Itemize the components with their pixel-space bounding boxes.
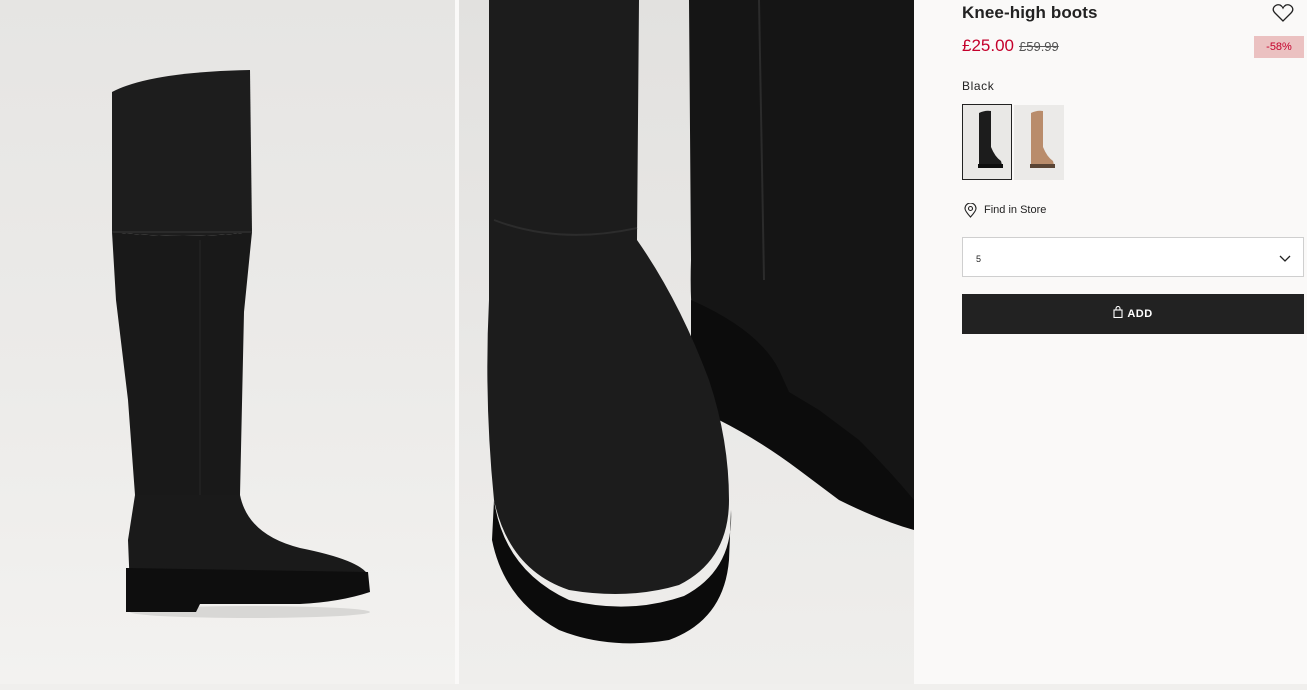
discount-badge: -58% bbox=[1254, 36, 1304, 58]
chevron-down-icon bbox=[1279, 251, 1291, 269]
find-in-store-label: Find in Store bbox=[984, 204, 1047, 216]
find-in-store-link[interactable]: Find in Store bbox=[962, 202, 1102, 220]
color-swatches bbox=[962, 104, 1072, 180]
size-value: 5 bbox=[976, 254, 982, 264]
product-title: Knee-high boots bbox=[962, 3, 1098, 22]
title-row: Knee-high boots bbox=[962, 3, 1304, 25]
shopping-bag-icon bbox=[1113, 305, 1123, 323]
product-image-boot-detail[interactable] bbox=[459, 0, 914, 684]
product-page: Knee-high boots £25.00 £59.99 -58% Black bbox=[0, 0, 1307, 690]
swatch-camel[interactable] bbox=[1014, 105, 1064, 180]
add-to-bag-button[interactable]: ADD bbox=[962, 294, 1304, 334]
size-select[interactable]: 5 bbox=[962, 237, 1304, 277]
add-button-content: ADD bbox=[962, 294, 1304, 334]
heart-icon[interactable] bbox=[1272, 3, 1296, 25]
swatch-black[interactable] bbox=[962, 104, 1012, 180]
price-row: £25.00 £59.99 -58% bbox=[962, 36, 1304, 58]
sale-price: £25.00 bbox=[962, 36, 1014, 55]
selected-color-label: Black bbox=[962, 79, 995, 93]
page-bottom-strip bbox=[0, 684, 1307, 690]
original-price: £59.99 bbox=[1019, 39, 1059, 54]
add-button-label: ADD bbox=[1127, 308, 1153, 320]
product-gallery bbox=[0, 0, 915, 684]
map-pin-icon bbox=[964, 202, 977, 223]
product-image-full-boot[interactable] bbox=[0, 0, 455, 684]
